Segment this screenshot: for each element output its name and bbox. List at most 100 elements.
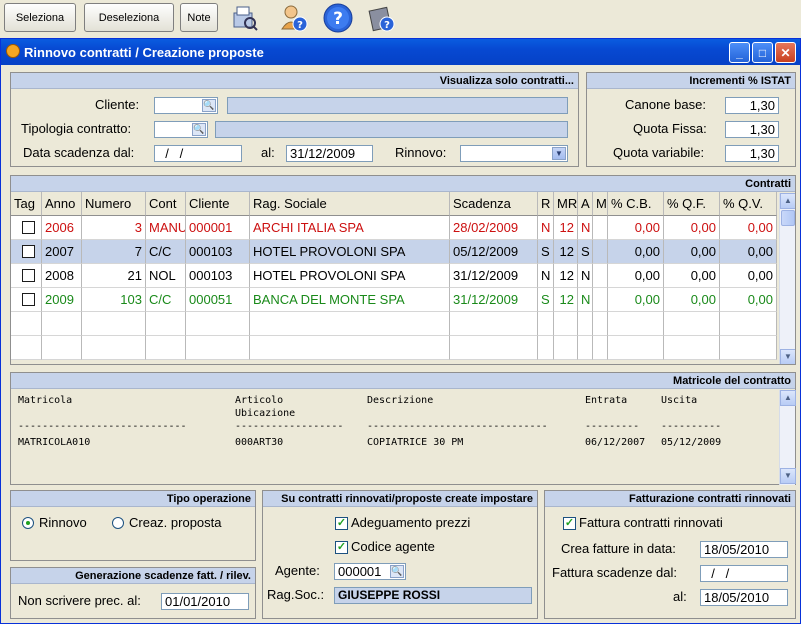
matricole-scrollbar[interactable]: ▲ ▼ bbox=[779, 390, 796, 485]
proposta-radio-label[interactable]: Creaz. proposta bbox=[129, 515, 222, 530]
cell-a bbox=[578, 312, 593, 336]
quota-variabile-field[interactable]: 1,30 bbox=[725, 145, 779, 162]
help-book-icon[interactable]: ? bbox=[366, 2, 398, 34]
note-button[interactable]: Note bbox=[180, 3, 218, 32]
tag-checkbox[interactable] bbox=[22, 221, 35, 234]
cell-numero bbox=[82, 336, 146, 360]
cell-cb: 0,00 bbox=[608, 288, 664, 312]
fattura-check-label[interactable]: Fattura contratti rinnovati bbox=[579, 515, 723, 530]
cell-scadenza bbox=[450, 336, 538, 360]
separator: ------------------------------ bbox=[367, 421, 548, 432]
cell-a: N bbox=[578, 216, 593, 240]
proposta-radio[interactable] bbox=[112, 517, 124, 529]
cell-anno: 2009 bbox=[42, 288, 82, 312]
window-titlebar: Rinnovo contratti / Creazione proposte _… bbox=[1, 39, 800, 65]
adeguamento-label[interactable]: Adeguamento prezzi bbox=[351, 515, 470, 530]
codice-agente-checkbox[interactable]: ✓ bbox=[335, 541, 348, 554]
cliente-code-field[interactable]: 🔍 bbox=[154, 97, 218, 114]
agente-field[interactable]: 000001 🔍 bbox=[334, 563, 406, 580]
column-header-r[interactable]: R bbox=[538, 192, 554, 216]
help-icon[interactable]: ? bbox=[322, 2, 354, 34]
separator: --------- bbox=[585, 421, 640, 432]
codice-agente-label[interactable]: Codice agente bbox=[351, 539, 435, 554]
matricole-panel: Matricole del contratto Matricola Artico… bbox=[10, 372, 796, 485]
column-header-rag-sociale[interactable]: Rag. Sociale bbox=[250, 192, 450, 216]
cell-m bbox=[593, 240, 608, 264]
cell-mr: 12 bbox=[554, 264, 578, 288]
column-header-cb[interactable]: % C.B. bbox=[608, 192, 664, 216]
tipologia-search-icon[interactable]: 🔍 bbox=[192, 123, 206, 136]
crea-fatture-field[interactable]: 18/05/2010 bbox=[700, 541, 788, 558]
scroll-up-icon[interactable]: ▲ bbox=[780, 193, 795, 209]
user-help-icon[interactable]: ? bbox=[278, 2, 310, 34]
scroll-up-icon[interactable]: ▲ bbox=[780, 390, 796, 406]
tipo-operazione-header: Tipo operazione bbox=[11, 491, 255, 507]
table-row[interactable]: 2009 103 C/C 000051 BANCA DEL MONTE SPA 31/12… bbox=[11, 288, 777, 312]
tag-checkbox[interactable] bbox=[22, 245, 35, 258]
column-header-a[interactable]: A bbox=[578, 192, 593, 216]
cell-cont bbox=[146, 336, 186, 360]
column-header-anno[interactable]: Anno bbox=[42, 192, 82, 216]
cell-mr: 12 bbox=[554, 288, 578, 312]
non-scrivere-field[interactable]: 01/01/2010 bbox=[161, 593, 249, 610]
cell-scadenza: 31/12/2009 bbox=[450, 288, 538, 312]
fattura-scadenze-field[interactable]: / / bbox=[700, 565, 788, 582]
rinnovo-label: Rinnovo: bbox=[395, 145, 447, 160]
tag-checkbox[interactable] bbox=[22, 293, 35, 306]
rinnovo-radio-label[interactable]: Rinnovo bbox=[39, 515, 87, 530]
cell-scadenza: 28/02/2009 bbox=[450, 216, 538, 240]
cell-cliente: 000051 bbox=[186, 288, 250, 312]
table-row[interactable]: 2006 3 MANU 000001 ARCHI ITALIA SPA 28/02/200… bbox=[11, 216, 777, 240]
scroll-down-icon[interactable]: ▼ bbox=[780, 468, 796, 484]
cell-qv: 0,00 bbox=[720, 288, 777, 312]
col-ubicazione: Ubicazione bbox=[235, 408, 296, 419]
close-button[interactable]: ✕ bbox=[775, 42, 796, 63]
tipologia-desc-field bbox=[215, 121, 568, 138]
tag-checkbox[interactable] bbox=[22, 269, 35, 282]
minimize-button[interactable]: _ bbox=[729, 42, 750, 63]
data-al-field[interactable]: 31/12/2009 bbox=[286, 145, 373, 162]
impostare-header: Su contratti rinnovati/proposte create i… bbox=[263, 491, 537, 507]
column-header-numero[interactable]: Numero bbox=[82, 192, 146, 216]
adeguamento-checkbox[interactable]: ✓ bbox=[335, 517, 348, 530]
column-header-scadenza[interactable]: Scadenza bbox=[450, 192, 538, 216]
table-row[interactable]: 2007 7 C/C 000103 HOTEL PROVOLONI SPA 05/12/2… bbox=[11, 240, 777, 264]
data-dal-field[interactable]: / / bbox=[154, 145, 242, 162]
chevron-down-icon[interactable]: ▼ bbox=[552, 147, 566, 160]
column-header-mr[interactable]: MR bbox=[554, 192, 578, 216]
data-scadenza-label: Data scadenza dal: bbox=[23, 145, 135, 160]
quota-fissa-field[interactable]: 1,30 bbox=[725, 121, 779, 138]
cell-scadenza: 05/12/2009 bbox=[450, 240, 538, 264]
contratti-scrollbar[interactable]: ▲ ▼ bbox=[779, 193, 795, 364]
fattura-checkbox[interactable]: ✓ bbox=[563, 517, 576, 530]
svg-text:?: ? bbox=[333, 9, 343, 29]
column-header-cont[interactable]: Cont bbox=[146, 192, 186, 216]
table-row[interactable]: 2008 21 NOL 000103 HOTEL PROVOLONI SPA 31/12/… bbox=[11, 264, 777, 288]
fattura-al-field[interactable]: 18/05/2010 bbox=[700, 589, 788, 606]
cliente-search-icon[interactable]: 🔍 bbox=[202, 99, 216, 112]
column-header-qv[interactable]: % Q.V. bbox=[720, 192, 777, 216]
rinnovo-select[interactable]: ▼ bbox=[460, 145, 568, 162]
deseleziona-button[interactable]: Deseleziona bbox=[84, 3, 174, 32]
cell-qv bbox=[720, 312, 777, 336]
cell-rag-sociale bbox=[250, 336, 450, 360]
column-header-tag[interactable]: Tag bbox=[11, 192, 42, 216]
scroll-down-icon[interactable]: ▼ bbox=[780, 349, 795, 364]
maximize-button[interactable]: □ bbox=[752, 42, 773, 63]
print-preview-icon[interactable] bbox=[228, 2, 260, 34]
canone-field[interactable]: 1,30 bbox=[725, 97, 779, 114]
cell-m bbox=[593, 216, 608, 240]
scroll-thumb[interactable] bbox=[781, 210, 795, 226]
filter-panel: Visualizza solo contratti... Cliente: 🔍 … bbox=[10, 72, 579, 167]
rinnovo-contratti-window: Rinnovo contratti / Creazione proposte _… bbox=[0, 38, 801, 624]
canone-label: Canone base: bbox=[625, 97, 706, 112]
empty-row bbox=[11, 336, 777, 360]
column-header-qf[interactable]: % Q.F. bbox=[664, 192, 720, 216]
rinnovo-radio[interactable] bbox=[22, 517, 34, 529]
column-header-m[interactable]: M bbox=[593, 192, 608, 216]
cell-cont: NOL bbox=[146, 264, 186, 288]
agente-search-icon[interactable]: 🔍 bbox=[390, 565, 404, 578]
tipologia-code-field[interactable]: 🔍 bbox=[154, 121, 208, 138]
column-header-cliente[interactable]: Cliente bbox=[186, 192, 250, 216]
seleziona-button[interactable]: Seleziona bbox=[4, 3, 76, 32]
